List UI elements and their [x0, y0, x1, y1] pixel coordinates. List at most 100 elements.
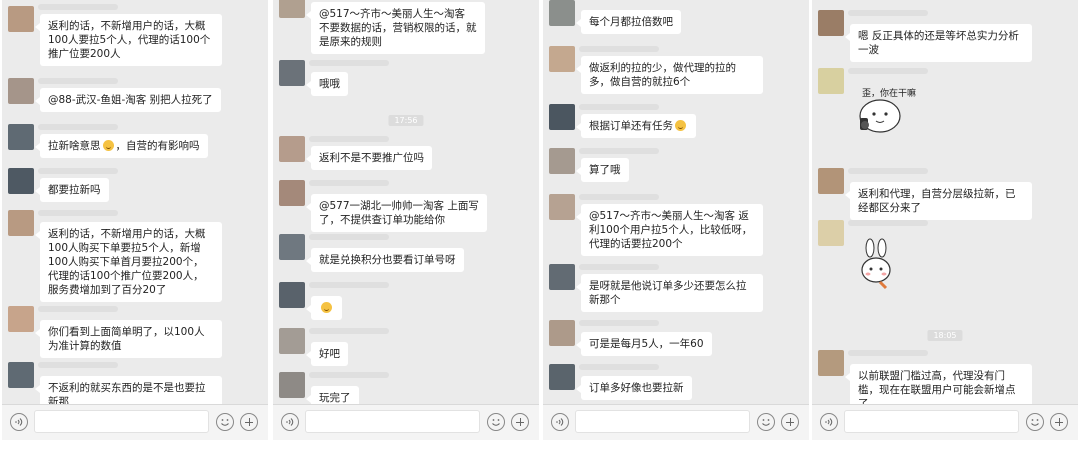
- message-bubble[interactable]: 返利不是不要推广位吗: [306, 146, 432, 170]
- message-text: 根据订单还有任务: [589, 120, 673, 132]
- avatar[interactable]: [549, 264, 575, 290]
- message-bubble[interactable]: 以前联盟门槛过高，代理没有门槛，现在在联盟用户可能会新增点了: [845, 364, 1032, 405]
- avatar[interactable]: [549, 148, 575, 174]
- avatar[interactable]: [549, 104, 575, 130]
- avatar[interactable]: [549, 364, 575, 390]
- message-bubble[interactable]: @517～齐市～美丽人生～淘客 返利100个用户拉5个人，比较低呀，代理的话要拉…: [576, 204, 763, 256]
- nickname-blur: [38, 306, 118, 312]
- voice-icon[interactable]: [281, 413, 299, 431]
- message-bubble[interactable]: 订单多好像也要拉新: [576, 376, 692, 400]
- message-bubble[interactable]: 根据订单还有任务: [576, 114, 696, 138]
- message-bubble[interactable]: 做返利的拉的少，做代理的拉的多，做自营的就拉6个: [576, 56, 763, 94]
- message-bubble[interactable]: 每个月都拉倍数吧: [576, 10, 681, 34]
- message-bubble[interactable]: 拉新啥意思 ，自营的有影响吗: [35, 134, 208, 158]
- message-bubble[interactable]: 不返利的就买东西的是不是也要拉新那: [35, 376, 222, 405]
- message-bubble[interactable]: @88-武汉-鱼姐-淘客 别把人拉死了: [35, 88, 221, 112]
- avatar[interactable]: [279, 136, 305, 162]
- message-list[interactable]: 每个月都拉倍数吧 做返利的拉的少，做代理的拉的多，做自营的就拉6个 根据订单还有…: [543, 0, 809, 405]
- timestamp: 17:56: [388, 115, 424, 126]
- message-list[interactable]: 嗯 反正具体的还是等坏总实力分析一波 歪，你在干嘛 返利和代理，自营分层级拉新，…: [812, 0, 1078, 405]
- plus-icon[interactable]: [781, 413, 799, 431]
- message-bubble[interactable]: @517～齐市～美丽人生～淘客 不要数据的话，营销权限的话，就是原来的规则: [306, 2, 485, 54]
- emoji-icon[interactable]: [757, 413, 775, 431]
- message-bubble[interactable]: 是呀就是他说订单多少还要怎么拉新那个: [576, 274, 763, 312]
- avatar[interactable]: [8, 6, 34, 32]
- message-input[interactable]: [575, 410, 750, 433]
- message-bubble[interactable]: [306, 296, 342, 320]
- message-bubble[interactable]: 你们看到上面简单明了，以100人为准计算的数值: [35, 320, 222, 358]
- nickname-blur: [38, 362, 118, 368]
- avatar[interactable]: [8, 168, 34, 194]
- avatar[interactable]: [279, 60, 305, 86]
- nickname-blur: [38, 4, 118, 10]
- nickname-blur: [848, 68, 928, 74]
- avatar[interactable]: [279, 0, 305, 18]
- emoji-icon[interactable]: [487, 413, 505, 431]
- avatar[interactable]: [8, 362, 34, 388]
- message-bubble[interactable]: 返利的话，不新增用户的话，大概100人要拉5个人，代理的话100个推广位要200…: [35, 14, 222, 66]
- nickname-blur: [848, 350, 928, 356]
- nickname-blur: [579, 194, 659, 200]
- message-bubble[interactable]: @577一湖北一帅帅一淘客 上面写了，不提供查订单功能给你: [306, 194, 487, 232]
- avatar[interactable]: [818, 68, 844, 94]
- message-bubble[interactable]: 玩完了: [306, 386, 359, 405]
- sad-emoji-icon: [321, 302, 332, 313]
- nickname-blur: [579, 104, 659, 110]
- nickname-blur: [309, 282, 389, 288]
- plus-icon[interactable]: [1050, 413, 1068, 431]
- avatar[interactable]: [279, 282, 305, 308]
- message-bubble[interactable]: 嗯 反正具体的还是等坏总实力分析一波: [845, 24, 1032, 62]
- nickname-blur: [309, 136, 389, 142]
- message-text-suffix: ，自营的有影响吗: [115, 140, 200, 152]
- avatar[interactable]: [549, 320, 575, 346]
- nickname-blur: [309, 372, 389, 378]
- chat-panel-1: 返利的话，不新增用户的话，大概100人要拉5个人，代理的话100个推广位要200…: [2, 0, 268, 440]
- plus-icon[interactable]: [240, 413, 258, 431]
- voice-icon[interactable]: [820, 413, 838, 431]
- avatar[interactable]: [818, 220, 844, 246]
- message-list[interactable]: 返利的话，不新增用户的话，大概100人要拉5个人，代理的话100个推广位要200…: [2, 0, 268, 405]
- avatar[interactable]: [818, 168, 844, 194]
- avatar[interactable]: [549, 194, 575, 220]
- avatar[interactable]: [818, 10, 844, 36]
- message-bubble[interactable]: 就是兑换积分也要看订单号呀: [306, 248, 464, 272]
- message-bubble[interactable]: 可是是每月5人，一年60: [576, 332, 712, 356]
- nickname-blur: [579, 148, 659, 154]
- message-bubble[interactable]: 好吧: [306, 342, 348, 366]
- message-input[interactable]: [34, 410, 209, 433]
- emoji-icon[interactable]: [216, 413, 234, 431]
- avatar[interactable]: [279, 328, 305, 354]
- message-bubble[interactable]: 返利和代理，自营分层级拉新，已经都区分来了: [845, 182, 1032, 220]
- bunny-sticker[interactable]: [850, 238, 900, 294]
- message-bubble[interactable]: 算了哦: [576, 158, 629, 182]
- emoji-icon[interactable]: [1026, 413, 1044, 431]
- input-bar: [273, 404, 539, 440]
- avatar[interactable]: [8, 210, 34, 236]
- avatar[interactable]: [8, 78, 34, 104]
- message-text: 拉新啥意思: [48, 140, 101, 152]
- avatar[interactable]: [279, 234, 305, 260]
- plus-icon[interactable]: [511, 413, 529, 431]
- message-bubble[interactable]: 都要拉新吗: [35, 178, 109, 202]
- avatar[interactable]: [279, 372, 305, 398]
- chat-panel-3: 每个月都拉倍数吧 做返利的拉的少，做代理的拉的多，做自营的就拉6个 根据订单还有…: [543, 0, 809, 440]
- message-input[interactable]: [305, 410, 480, 433]
- message-list[interactable]: @517～齐市～美丽人生～淘客 不要数据的话，营销权限的话，就是原来的规则 哦哦…: [273, 0, 539, 405]
- input-bar: [543, 404, 809, 440]
- avatar[interactable]: [8, 124, 34, 150]
- input-bar: [812, 404, 1078, 440]
- avatar[interactable]: [549, 0, 575, 26]
- avatar[interactable]: [549, 46, 575, 72]
- avatar[interactable]: [8, 306, 34, 332]
- timestamp: 18:05: [927, 330, 963, 341]
- nickname-blur: [579, 320, 659, 326]
- input-bar: [2, 404, 268, 440]
- message-bubble[interactable]: 哦哦: [306, 72, 348, 96]
- avatar[interactable]: [279, 180, 305, 206]
- voice-icon[interactable]: [551, 413, 569, 431]
- avatar[interactable]: [818, 350, 844, 376]
- voice-icon[interactable]: [10, 413, 28, 431]
- phone-call-sticker[interactable]: 歪，你在干嘛: [850, 82, 916, 136]
- message-bubble[interactable]: 返利的话，不新增用户的话，大概100人购买下单要拉5个人，新增100人购买下单首…: [35, 222, 222, 302]
- message-input[interactable]: [844, 410, 1019, 433]
